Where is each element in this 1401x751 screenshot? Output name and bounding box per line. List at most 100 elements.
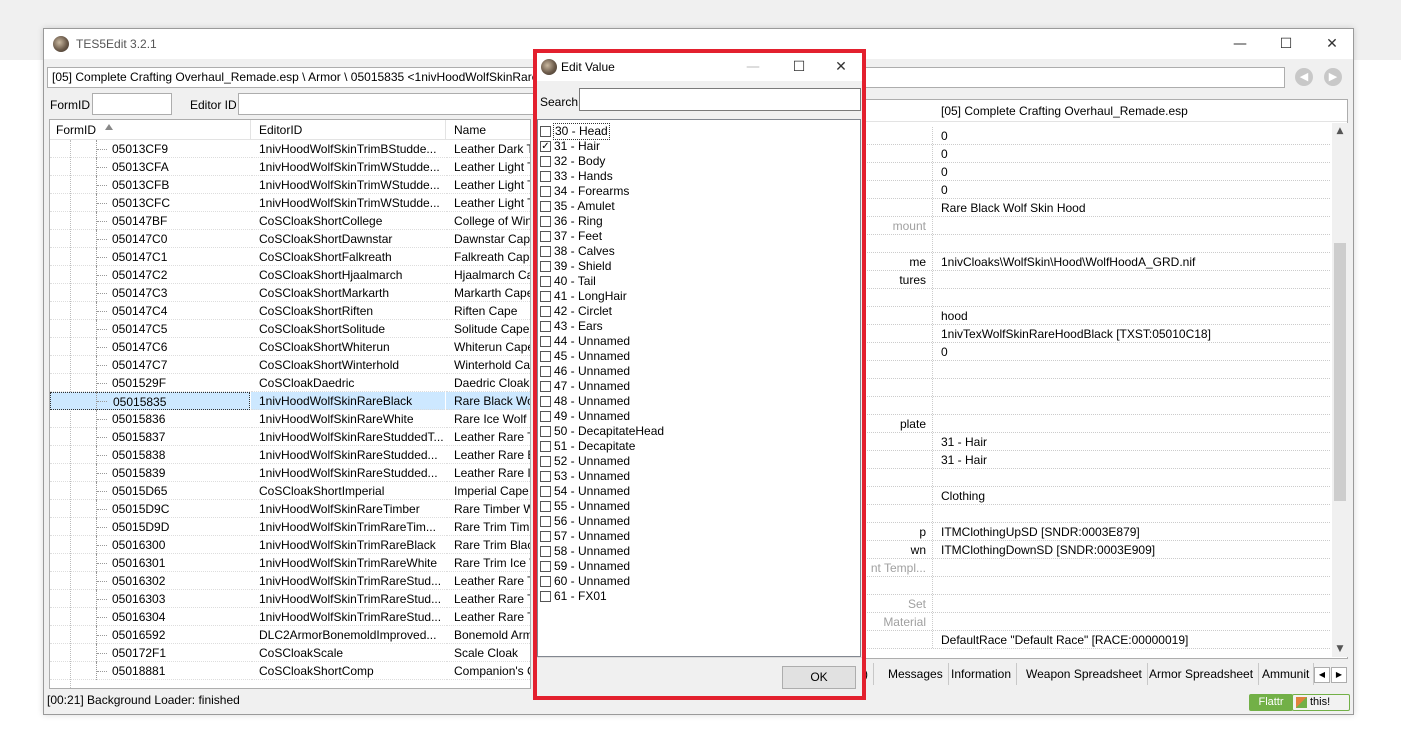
checkbox-icon[interactable] — [540, 411, 551, 422]
checkbox-icon[interactable] — [540, 276, 551, 287]
search-input[interactable] — [579, 88, 861, 111]
checkbox-icon[interactable] — [540, 381, 551, 392]
checkbox-icon[interactable] — [540, 501, 551, 512]
table-row[interactable]: 05016302 1nivHoodWolfSkinTrimRareStud... L… — [50, 572, 530, 590]
checkbox-icon[interactable] — [540, 561, 551, 572]
checkbox-icon[interactable] — [540, 441, 551, 452]
record-field-row[interactable] — [860, 379, 1330, 397]
checkbox-icon[interactable] — [540, 321, 551, 332]
dialog-minimize-button[interactable]: — — [730, 53, 776, 81]
record-field-row[interactable]: 1nivTexWolfSkinRareHoodBlack [TXST:05010… — [860, 325, 1330, 343]
record-field-row[interactable]: p ITMClothingUpSD [SNDR:0003E879] — [860, 523, 1330, 541]
table-row[interactable]: 050147C5 CoSCloakShortSolitude Solitude Ca… — [50, 320, 530, 338]
record-field-row[interactable]: me 1nivCloaks\WolfSkin\Hood\WolfHoodA_GRD… — [860, 253, 1330, 271]
table-row[interactable]: 050147C0 CoSCloakShortDawnstar Dawnstar Ca… — [50, 230, 530, 248]
record-field-row[interactable]: 0 — [860, 163, 1330, 181]
tab-information[interactable]: Information — [946, 663, 1018, 685]
dialog-maximize-button[interactable]: ☐ — [776, 53, 822, 81]
tab-weapon-spreadsheet[interactable]: Weapon Spreadsheet — [1021, 663, 1148, 685]
tab-scroll-left-icon[interactable]: ◀ — [1314, 667, 1330, 683]
table-row[interactable]: 05013CF9 1nivHoodWolfSkinTrimBStudde... Le… — [50, 140, 530, 158]
record-field-row[interactable]: hood — [860, 307, 1330, 325]
checkbox-icon[interactable] — [540, 246, 551, 257]
checkbox-icon[interactable] — [540, 351, 551, 362]
record-field-row[interactable]: Rare Black Wolf Skin Hood — [860, 199, 1330, 217]
record-field-row[interactable]: wn ITMClothingDownSD [SNDR:0003E909] — [860, 541, 1330, 559]
checkbox-icon[interactable] — [540, 171, 551, 182]
formid-filter-input[interactable] — [92, 93, 172, 115]
minimize-button[interactable]: — — [1217, 29, 1263, 59]
record-field-row[interactable] — [860, 577, 1330, 595]
table-row[interactable]: 05015838 1nivHoodWolfSkinRareStudded... Le… — [50, 446, 530, 464]
table-row[interactable]: 050147BF CoSCloakShortCollege College of W… — [50, 212, 530, 230]
table-row[interactable]: 050147C2 CoSCloakShortHjaalmarch Hjaalmarc… — [50, 266, 530, 284]
checkbox-icon[interactable] — [540, 546, 551, 557]
checkbox-icon[interactable] — [540, 396, 551, 407]
table-row[interactable]: 050147C7 CoSCloakShortWinterhold Winterhol… — [50, 356, 530, 374]
table-row[interactable]: 05016592 DLC2ArmorBonemoldImproved... Bone… — [50, 626, 530, 644]
column-editorid[interactable]: EditorID — [259, 123, 302, 137]
checkbox-icon[interactable] — [540, 576, 551, 587]
record-field-row[interactable]: mount — [860, 217, 1330, 235]
close-button[interactable]: ✕ — [1309, 29, 1355, 59]
checkbox-icon[interactable] — [540, 261, 551, 272]
checkbox-icon[interactable] — [540, 201, 551, 212]
checkbox-icon[interactable] — [540, 336, 551, 347]
flattr-button[interactable]: Flattr — [1249, 694, 1293, 711]
record-field-row[interactable]: 31 - Hair — [860, 433, 1330, 451]
checkbox-icon[interactable] — [540, 426, 551, 437]
record-field-row[interactable]: 0 — [860, 145, 1330, 163]
record-field-row[interactable]: Material — [860, 613, 1330, 631]
table-row[interactable]: 05016304 1nivHoodWolfSkinTrimRareStud... L… — [50, 608, 530, 626]
table-row[interactable]: 050147C4 CoSCloakShortRiften Riften Cape — [50, 302, 530, 320]
record-view-scrollbar[interactable]: ▲ ▼ — [1332, 123, 1348, 657]
tab-armor-spreadsheet[interactable]: Armor Spreadsheet — [1144, 663, 1260, 685]
table-row[interactable]: 05015D9D 1nivHoodWolfSkinTrimRareTim... Ra… — [50, 518, 530, 536]
record-field-row[interactable] — [860, 505, 1330, 523]
table-row[interactable]: 05018881CoSCloakShortCompCompanion's Clo… — [50, 662, 530, 680]
tab-messages[interactable]: Messages — [883, 663, 949, 685]
checkbox-icon[interactable] — [540, 156, 551, 167]
record-field-row[interactable] — [860, 361, 1330, 379]
maximize-button[interactable]: ☐ — [1263, 29, 1309, 59]
table-row[interactable]: 050147C6 CoSCloakShortWhiterun Whiterun Ca… — [50, 338, 530, 356]
table-row[interactable]: 0501529F CoSCloakDaedric Daedric Cloak — [50, 374, 530, 392]
checkbox-icon[interactable] — [540, 486, 551, 497]
tab-scroll-right-icon[interactable]: ▶ — [1331, 667, 1347, 683]
record-field-row[interactable]: 0 — [860, 127, 1330, 145]
checkbox-icon[interactable] — [540, 126, 551, 137]
checkbox-icon[interactable] — [540, 471, 551, 482]
record-field-row[interactable]: Clothing — [860, 487, 1330, 505]
table-row[interactable]: 05015839 1nivHoodWolfSkinRareStudded... Le… — [50, 464, 530, 482]
back-arrow-icon[interactable]: ◀ — [1295, 68, 1313, 86]
table-row[interactable]: 05013CFA 1nivHoodWolfSkinTrimWStudde... Le… — [50, 158, 530, 176]
column-name[interactable]: Name — [454, 123, 486, 137]
record-field-row[interactable]: DefaultRace "Default Race" [RACE:0000001… — [860, 631, 1330, 649]
forward-arrow-icon[interactable]: ▶ — [1324, 68, 1342, 86]
checkbox-checked-icon[interactable]: ✓ — [540, 141, 551, 152]
record-field-row[interactable] — [860, 469, 1330, 487]
flattr-this-button[interactable]: this! — [1292, 694, 1350, 711]
scrollbar-thumb[interactable] — [1334, 243, 1346, 501]
table-row[interactable]: 05015D9C 1nivHoodWolfSkinRareTimber Rare T… — [50, 500, 530, 518]
table-row[interactable]: 05015835 1nivHoodWolfSkinRareBlack Rare Bl… — [50, 392, 530, 410]
record-field-row[interactable]: tures — [860, 271, 1330, 289]
table-row[interactable]: 05016300 1nivHoodWolfSkinTrimRareBlack Rar… — [50, 536, 530, 554]
checkbox-icon[interactable] — [540, 591, 551, 602]
record-field-row[interactable]: plate — [860, 415, 1330, 433]
checkbox-icon[interactable] — [540, 291, 551, 302]
checkbox-icon[interactable] — [540, 186, 551, 197]
record-field-row[interactable]: 0 — [860, 343, 1330, 361]
record-field-row[interactable]: Set — [860, 595, 1330, 613]
table-row[interactable]: 05016303 1nivHoodWolfSkinTrimRareStud... L… — [50, 590, 530, 608]
ok-button[interactable]: OK — [782, 666, 856, 689]
checkbox-icon[interactable] — [540, 531, 551, 542]
table-row[interactable]: 050147C3 CoSCloakShortMarkarth Markarth Ca… — [50, 284, 530, 302]
checkbox-icon[interactable] — [540, 516, 551, 527]
table-row[interactable]: 05015D65 CoSCloakShortImperial Imperial Ca… — [50, 482, 530, 500]
record-field-row[interactable]: 0 — [860, 181, 1330, 199]
table-row[interactable]: 05013CFB 1nivHoodWolfSkinTrimWStudde... Le… — [50, 176, 530, 194]
checkbox-icon[interactable] — [540, 366, 551, 377]
record-field-row[interactable]: nt Templ... — [860, 559, 1330, 577]
dialog-close-button[interactable]: ✕ — [818, 53, 864, 81]
